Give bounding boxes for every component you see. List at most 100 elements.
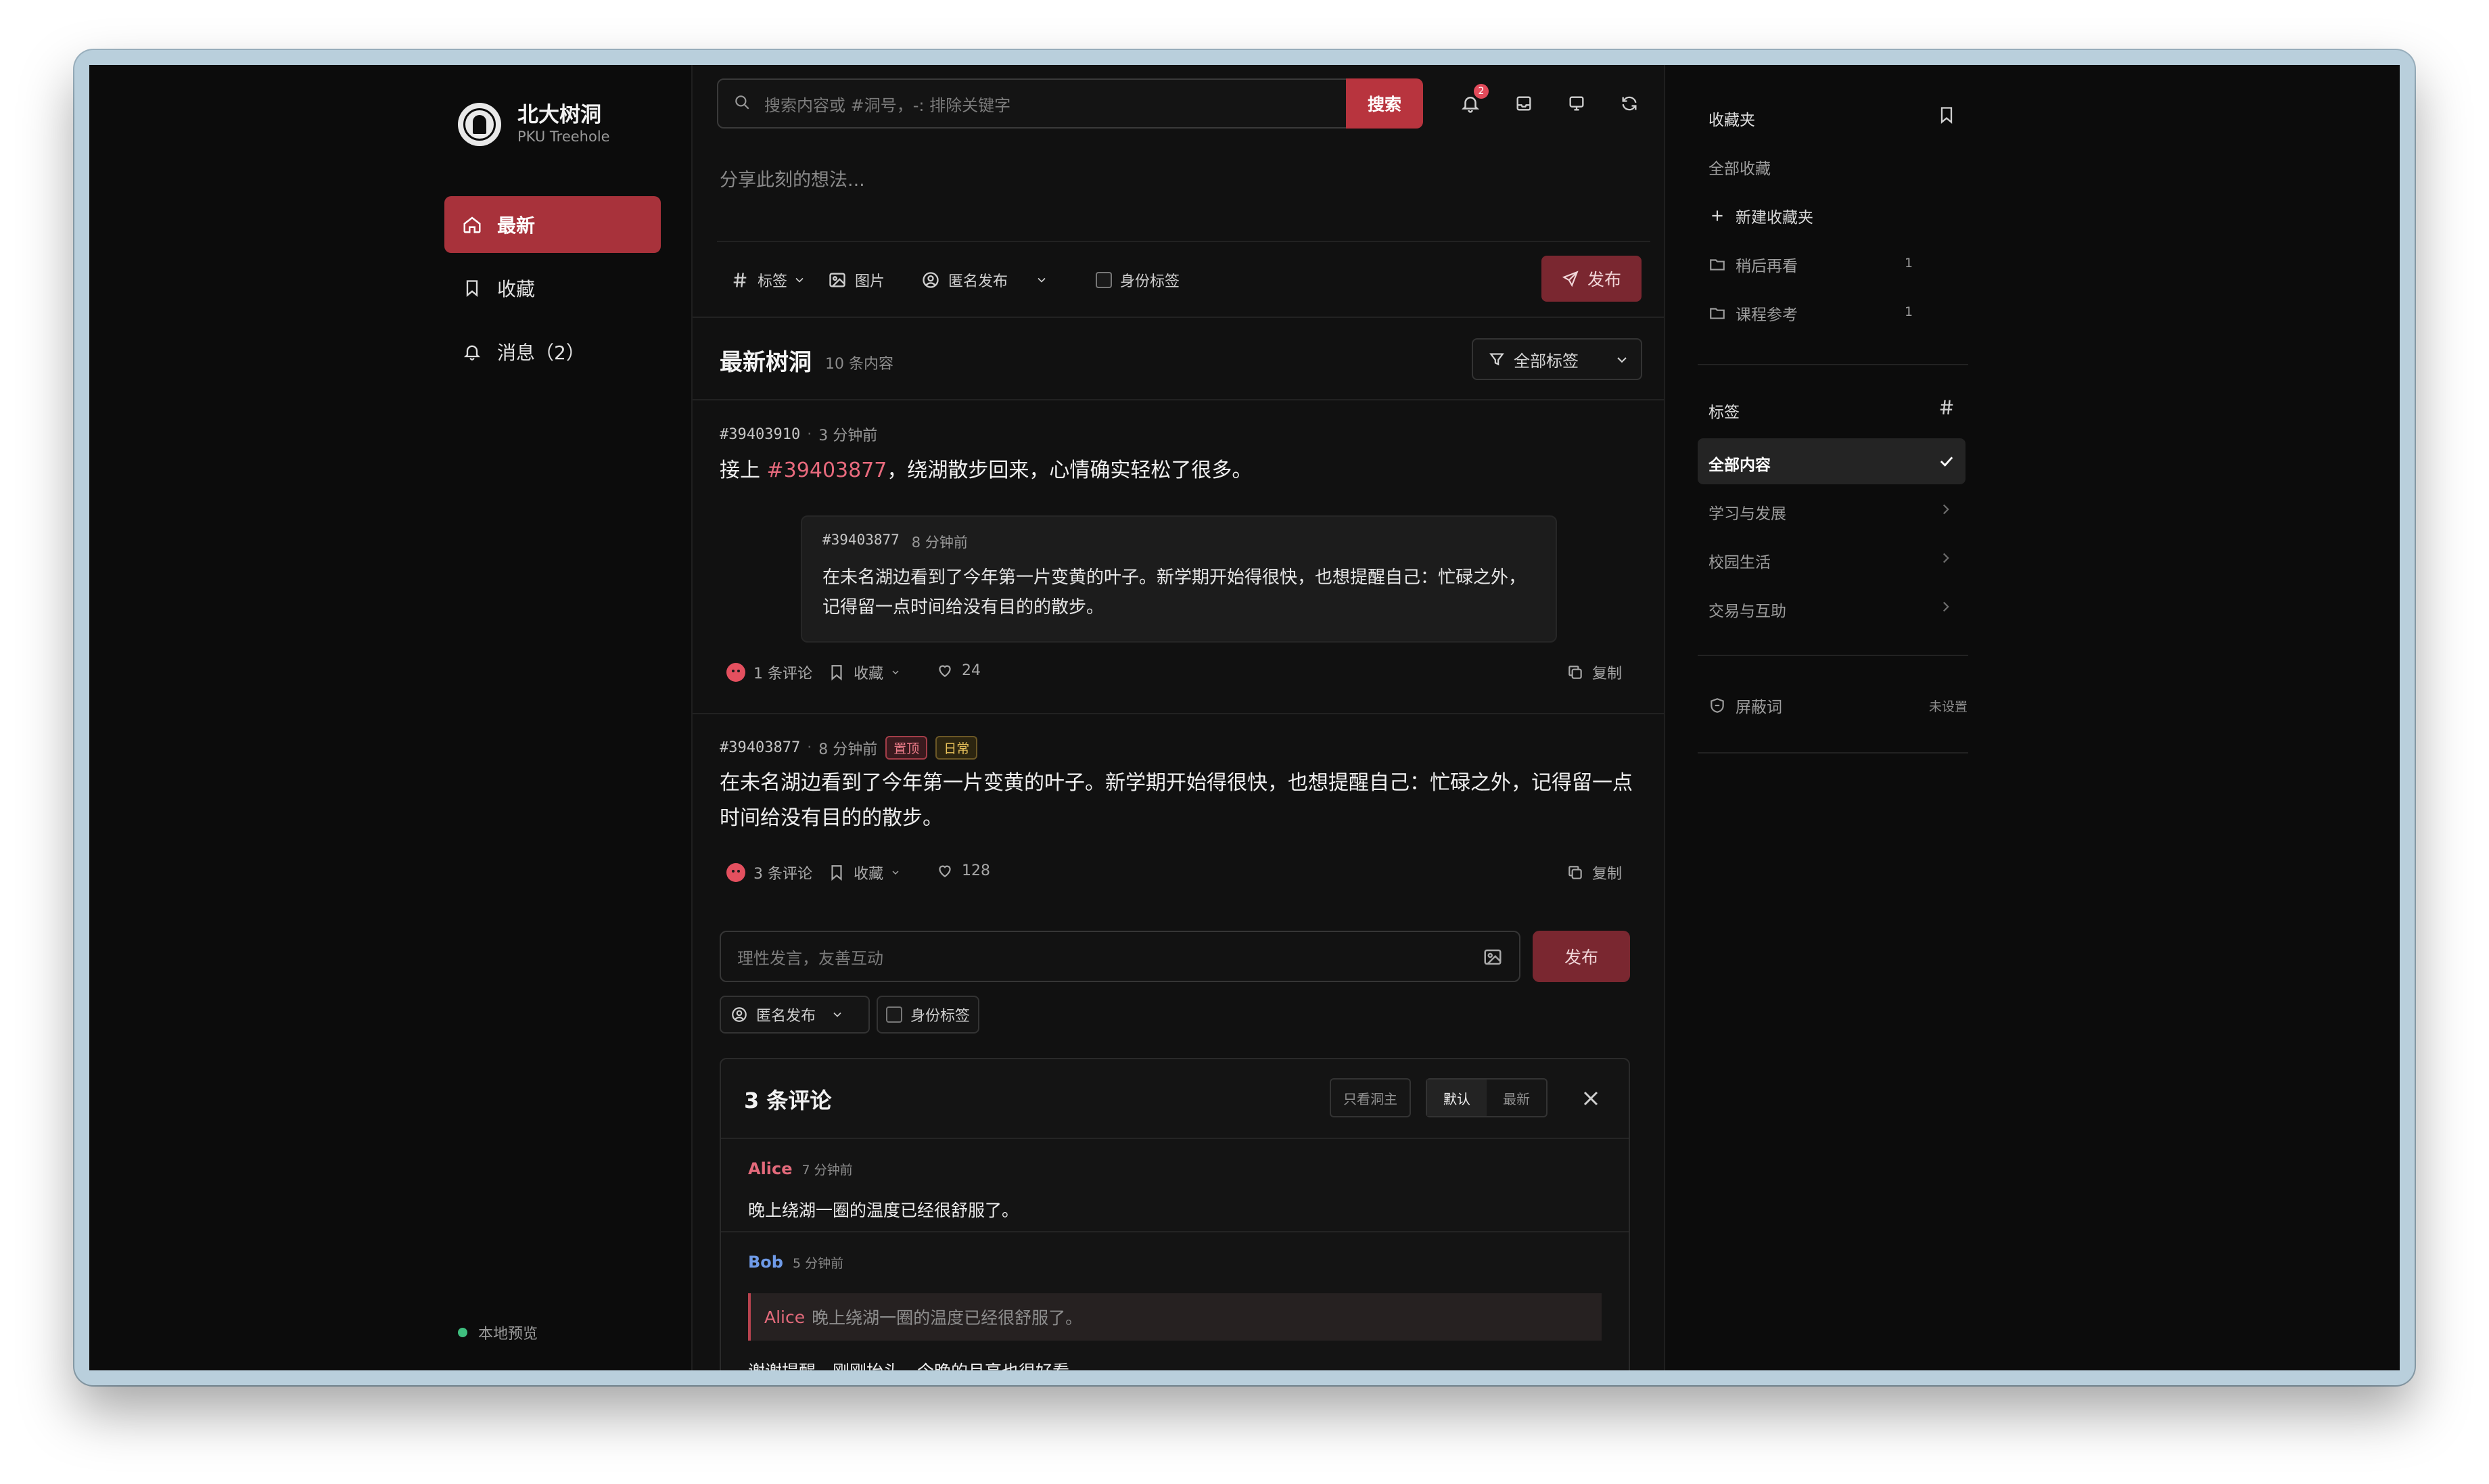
favorite-button[interactable]: 收藏 xyxy=(828,662,901,683)
like-button[interactable]: 128 xyxy=(936,862,990,879)
new-folder-button[interactable]: 新建收藏夹 xyxy=(1708,204,1813,227)
divider xyxy=(1698,364,1968,365)
nav-item-messages[interactable]: 消息（2） xyxy=(444,323,661,380)
monitor-button[interactable] xyxy=(1564,91,1589,116)
divider xyxy=(693,399,1664,400)
notification-badge: 2 xyxy=(1474,84,1489,99)
composer-input[interactable]: 分享此刻的想法... xyxy=(720,165,865,191)
comment-author[interactable]: Alice xyxy=(748,1159,793,1178)
right-sidebar: 收藏夹 全部收藏 新建收藏夹 稍后再看 1 课程参考 1 标签 全部内容 学习与… xyxy=(1665,65,2400,1370)
nav-item-latest[interactable]: 最新 xyxy=(444,196,661,253)
daily-badge[interactable]: 日常 xyxy=(935,736,978,760)
pinned-badge: 置顶 xyxy=(885,736,928,760)
quoted-post[interactable]: #39403877 8 分钟前 在未名湖边看到了今年第一片变黄的叶子。新学期开始… xyxy=(801,515,1557,643)
comment-time: 7 分钟前 xyxy=(801,1162,853,1178)
bookmark-icon[interactable] xyxy=(1937,106,1956,124)
identity-checkbox[interactable]: 身份标签 xyxy=(1096,268,1180,292)
post-text: 接上 #39403877，绕湖散步回来，心情确实轻松了很多。 xyxy=(720,459,1253,482)
post-id[interactable]: #39403910 xyxy=(720,426,800,443)
comment-input[interactable]: 理性发言，友善互动 xyxy=(720,931,1520,982)
folder-item[interactable]: 课程参考 xyxy=(1708,302,1798,325)
checkbox[interactable] xyxy=(1096,272,1112,288)
image-button[interactable]: 图片 xyxy=(828,268,885,292)
chevron-down-icon xyxy=(892,670,899,674)
post-time: 3 分钟前 xyxy=(818,427,878,444)
only-op-button[interactable]: 只看洞主 xyxy=(1330,1078,1411,1117)
heart-icon xyxy=(936,862,954,879)
sort-latest-button[interactable]: 最新 xyxy=(1487,1080,1546,1116)
comments-button[interactable]: 1 条评论 xyxy=(726,662,812,683)
local-preview-status: 本地预览 xyxy=(458,1322,538,1343)
refresh-icon xyxy=(1622,96,1637,111)
divider xyxy=(693,713,1664,714)
brand-title: 北大树洞 xyxy=(517,103,601,127)
main-feed: 搜索内容或 #洞号，-: 排除关键字 搜索 2 分享此刻的想法... 标签 图片… xyxy=(693,65,1664,1370)
filter-icon xyxy=(1488,350,1506,368)
reply-anonymous-selector[interactable]: 匿名发布 xyxy=(720,996,870,1034)
folder-item[interactable]: 稍后再看 xyxy=(1708,253,1798,276)
brand[interactable]: 北大树洞 PKU Treehole xyxy=(458,103,610,146)
checkbox[interactable] xyxy=(886,1006,902,1023)
divider xyxy=(1698,752,1968,753)
copy-button[interactable]: 复制 xyxy=(1566,862,1622,883)
post-id[interactable]: #39403877 xyxy=(720,739,800,756)
comments-button[interactable]: 3 条评论 xyxy=(726,862,812,883)
tag-selector[interactable]: 标签 xyxy=(730,268,806,292)
bookmark-icon xyxy=(828,664,845,681)
comment-author[interactable]: Bob xyxy=(748,1253,783,1272)
block-words-button[interactable]: 屏蔽词 xyxy=(1708,694,1782,717)
comment-placeholder: 理性发言，友善互动 xyxy=(737,948,883,968)
chevron-right-icon xyxy=(1943,601,1949,612)
hash-icon xyxy=(730,271,749,289)
nav-item-label: 最新 xyxy=(497,214,536,237)
quote-time: 8 分钟前 xyxy=(911,534,968,551)
window-frame: 北大树洞 PKU Treehole 最新 收藏 消息（2） 本地预览 搜索内容或… xyxy=(74,50,2415,1385)
inbox-button[interactable] xyxy=(1511,91,1537,116)
like-button[interactable]: 24 xyxy=(936,662,981,679)
hash-icon xyxy=(1940,400,1953,415)
heart-icon xyxy=(936,662,954,679)
comment-panel-title: 3 条评论 xyxy=(744,1088,832,1113)
tag-filter-select[interactable]: 全部标签 xyxy=(1472,338,1642,380)
notification-button[interactable]: 2 xyxy=(1458,84,1489,116)
folder-count: 1 xyxy=(1905,256,1913,271)
image-icon xyxy=(828,271,847,289)
bookmark-icon xyxy=(828,864,845,881)
post-text: 在未名湖边看到了今年第一片变黄的叶子。新学期开始得很快，也想提醒自己：忙碌之外，… xyxy=(720,771,1633,830)
chevron-down-icon xyxy=(795,277,804,283)
tag-item-trade[interactable]: 交易与互助 xyxy=(1708,598,1786,621)
comment-face-icon xyxy=(726,663,745,682)
nav-item-favorites[interactable]: 收藏 xyxy=(444,260,661,317)
search-button[interactable]: 搜索 xyxy=(1346,78,1423,129)
left-sidebar: 北大树洞 PKU Treehole 最新 收藏 消息（2） 本地预览 xyxy=(89,65,691,1370)
publish-button[interactable]: 发布 xyxy=(1541,256,1642,302)
reply-identity-checkbox[interactable]: 身份标签 xyxy=(877,996,979,1034)
search-icon xyxy=(733,93,751,114)
anonymous-selector[interactable]: 匿名发布 xyxy=(921,268,1048,292)
all-favorites[interactable]: 全部收藏 xyxy=(1708,156,1771,179)
copy-button[interactable]: 复制 xyxy=(1566,662,1622,683)
favorite-button[interactable]: 收藏 xyxy=(828,862,901,883)
comment-publish-button[interactable]: 发布 xyxy=(1533,931,1630,982)
divider xyxy=(717,241,1650,242)
image-icon[interactable] xyxy=(1483,947,1503,971)
refresh-button[interactable] xyxy=(1616,91,1642,116)
close-icon[interactable] xyxy=(1579,1086,1603,1111)
post-reference-link[interactable]: #39403877 xyxy=(767,459,887,482)
tag-item-study[interactable]: 学习与发展 xyxy=(1708,501,1786,524)
user-circle-icon xyxy=(921,271,940,289)
comment-panel: 3 条评论 只看洞主 默认 最新 Alice 7 分钟前 晚上绕湖一圈的温度已经… xyxy=(720,1058,1630,1370)
tag-item-label: 全部内容 xyxy=(1708,457,1771,474)
copy-icon xyxy=(1566,664,1584,681)
check-icon xyxy=(1940,457,1953,467)
pku-logo-icon xyxy=(458,103,501,146)
tag-item-campus[interactable]: 校园生活 xyxy=(1708,549,1771,572)
quote-id: #39403877 xyxy=(822,532,900,548)
comment-quote[interactable]: Alice 晚上绕湖一圈的温度已经很舒服了。 xyxy=(748,1293,1602,1341)
chevron-down-icon xyxy=(1038,277,1046,283)
feed-count: 10 条内容 xyxy=(825,356,893,373)
sort-default-button[interactable]: 默认 xyxy=(1427,1080,1487,1116)
comment-face-icon xyxy=(726,863,745,882)
search-input[interactable]: 搜索内容或 #洞号，-: 排除关键字 xyxy=(717,78,1347,129)
post-meta: #39403877 · 8 分钟前 置顶 日常 xyxy=(720,736,978,760)
